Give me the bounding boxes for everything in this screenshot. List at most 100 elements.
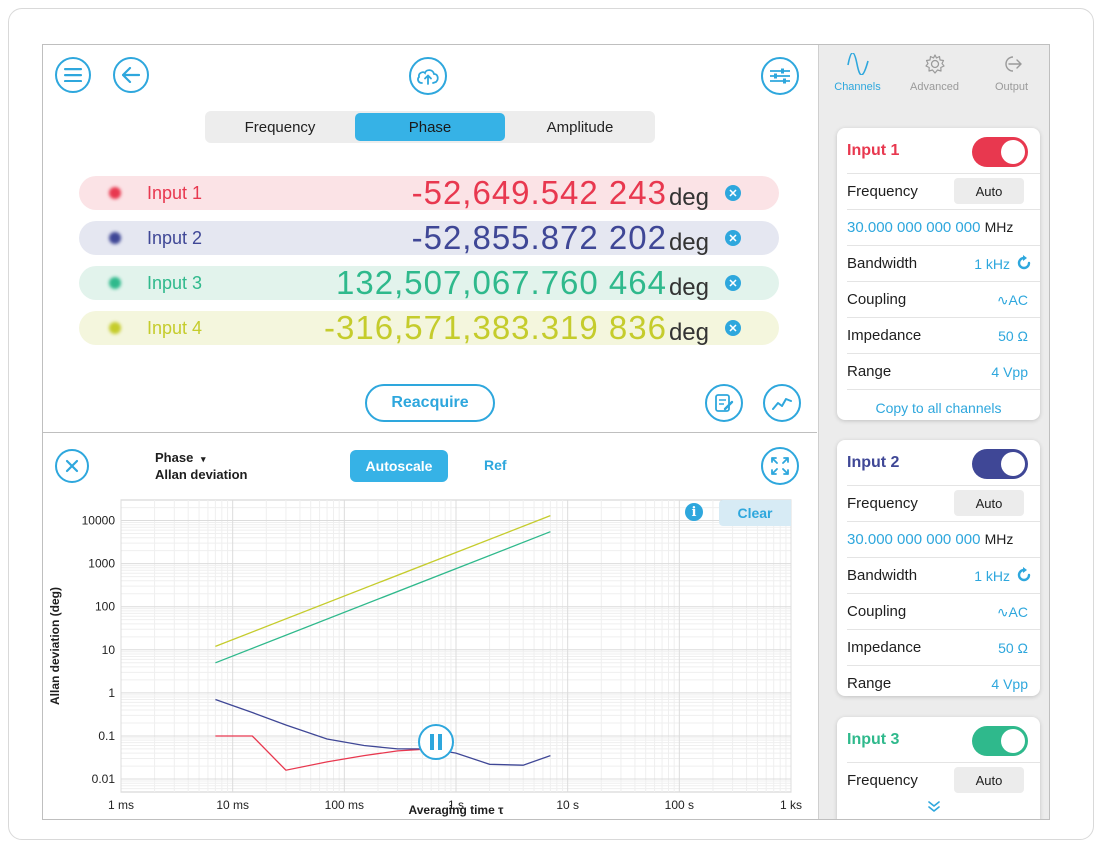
cloud-upload-icon <box>417 69 439 85</box>
frequency-value-row[interactable]: 30.000 000 000 000 MHz <box>847 522 1040 558</box>
frequency-number: 30.000 000 000 000 <box>847 219 981 236</box>
row-value: 1 kHz <box>974 256 1010 272</box>
line-chart-icon <box>772 398 792 410</box>
frequency-row: Frequency Auto <box>847 763 1040 798</box>
channel-value: -52,649.542 243 <box>411 174 667 211</box>
y-tick-label: 1000 <box>88 557 115 571</box>
frequency-auto-button[interactable]: Auto <box>954 178 1024 204</box>
row-value: 50 Ω <box>998 640 1028 656</box>
row-label: Range <box>847 363 892 380</box>
tab-output[interactable]: Output <box>973 45 1049 105</box>
refresh-icon[interactable] <box>1016 567 1032 583</box>
frequency-auto-button[interactable]: Auto <box>954 490 1024 516</box>
ac-wave-icon: ∿ <box>996 292 1009 308</box>
refresh-icon[interactable] <box>1016 255 1032 271</box>
settings-sliders-button[interactable] <box>761 57 799 95</box>
impedance-row[interactable]: Impedance 50 Ω <box>847 630 1040 666</box>
coupling-value: AC <box>1008 604 1028 620</box>
remove-channel-icon[interactable]: ✕ <box>725 320 741 336</box>
channel-unit: deg <box>668 319 709 346</box>
arrow-left-icon <box>122 67 140 83</box>
plot-mode-selector[interactable]: Phase ▾ <box>155 450 205 465</box>
channel-unit: deg <box>668 274 709 301</box>
pause-icon-bar <box>438 734 442 750</box>
pause-button[interactable] <box>418 724 454 760</box>
frequency-number: 30.000 000 000 000 <box>847 531 981 548</box>
row-label: Coupling <box>847 291 907 308</box>
channel-card-input-1: Input 1 Frequency Auto 30.000 000 000 00… <box>837 128 1040 420</box>
row-label: Bandwidth <box>847 567 918 584</box>
segment-frequency[interactable]: Frequency <box>205 111 355 143</box>
channel-name: Input 2 <box>147 228 203 248</box>
range-row[interactable]: Range 4 Vpp <box>847 666 1040 696</box>
remove-channel-icon[interactable]: ✕ <box>725 185 741 201</box>
graph-button[interactable] <box>763 384 801 422</box>
bandwidth-row[interactable]: Bandwidth 1 kHz <box>847 246 1040 282</box>
ref-button[interactable]: Ref <box>484 457 507 473</box>
channel-enable-toggle[interactable] <box>972 726 1028 756</box>
menu-button[interactable] <box>55 57 91 93</box>
toggle-knob <box>1001 729 1025 753</box>
row-value: ∿AC <box>997 604 1028 621</box>
channel-enable-toggle[interactable] <box>972 137 1028 167</box>
expand-plot-button[interactable] <box>761 447 799 485</box>
impedance-row[interactable]: Impedance 50 Ω <box>847 318 1040 354</box>
row-label: Frequency <box>847 183 918 200</box>
coupling-row[interactable]: Coupling ∿AC <box>847 282 1040 318</box>
channel-name: Input 3 <box>147 273 203 293</box>
row-value: 4 Vpp <box>991 676 1028 692</box>
x-tick-label: 100 s <box>665 798 694 812</box>
row-label: Frequency <box>847 495 918 512</box>
pause-icon-bar <box>430 734 434 750</box>
row-label: Bandwidth <box>847 255 918 272</box>
y-tick-label: 100 <box>95 600 115 614</box>
plot-mode-label: Phase <box>155 450 194 465</box>
frequency-value-row[interactable]: 30.000 000 000 000 MHz <box>847 210 1040 246</box>
channel-value: -52,855.872 202 <box>411 219 667 256</box>
channel-readout-input-2: Input 2 -52,855.872 202 deg ✕ <box>79 219 779 256</box>
x-tick-label: 10 ms <box>216 798 249 812</box>
tab-advanced[interactable]: Advanced <box>896 45 973 105</box>
cloud-upload-button[interactable] <box>409 57 447 95</box>
back-button[interactable] <box>113 57 149 93</box>
row-value: 50 Ω <box>998 328 1028 344</box>
remove-channel-icon[interactable]: ✕ <box>725 275 741 291</box>
bandwidth-row[interactable]: Bandwidth 1 kHz <box>847 558 1040 594</box>
y-tick-label: 10000 <box>82 514 116 528</box>
gear-icon <box>924 54 945 74</box>
hamburger-icon <box>64 68 82 82</box>
info-icon[interactable]: i <box>685 503 703 521</box>
frequency-row: Frequency Auto <box>847 486 1040 522</box>
channel-color-dot <box>109 187 121 199</box>
tab-label: Advanced <box>910 81 959 93</box>
channel-value: 132,507,067.760 464 <box>336 264 667 301</box>
sine-wave-icon <box>846 53 869 75</box>
channel-readout-input-3: Input 3 132,507,067.760 464 deg ✕ <box>79 264 779 301</box>
tab-label: Channels <box>834 81 881 93</box>
card-title: Input 3 <box>847 731 900 748</box>
remove-channel-icon[interactable]: ✕ <box>725 230 741 246</box>
coupling-row[interactable]: Coupling ∿AC <box>847 594 1040 630</box>
x-tick-label: 100 ms <box>325 798 364 812</box>
clear-button[interactable]: Clear <box>719 500 791 526</box>
card-title: Input 2 <box>847 454 900 471</box>
sliders-icon <box>770 68 790 84</box>
y-tick-label: 0.1 <box>98 729 115 743</box>
range-row[interactable]: Range 4 Vpp <box>847 354 1040 390</box>
card-header: Input 1 <box>847 128 1040 174</box>
channel-enable-toggle[interactable] <box>972 449 1028 479</box>
frequency-auto-button[interactable]: Auto <box>954 767 1024 793</box>
scroll-more-chevron-icon[interactable] <box>927 801 941 813</box>
frequency-unit: MHz <box>984 531 1014 547</box>
panel-divider <box>43 432 817 433</box>
segment-amplitude[interactable]: Amplitude <box>505 111 655 143</box>
copy-to-all-channels-button[interactable]: Copy to all channels <box>837 390 1040 420</box>
log-button[interactable] <box>705 384 743 422</box>
autoscale-button[interactable]: Autoscale <box>350 450 448 482</box>
tab-channels[interactable]: Channels <box>819 45 896 105</box>
row-label: Range <box>847 675 892 692</box>
x-axis-label: Averaging time τ <box>409 803 505 817</box>
segment-phase[interactable]: Phase <box>355 113 505 141</box>
close-plot-button[interactable] <box>55 449 89 483</box>
reacquire-button[interactable]: Reacquire <box>365 384 495 422</box>
